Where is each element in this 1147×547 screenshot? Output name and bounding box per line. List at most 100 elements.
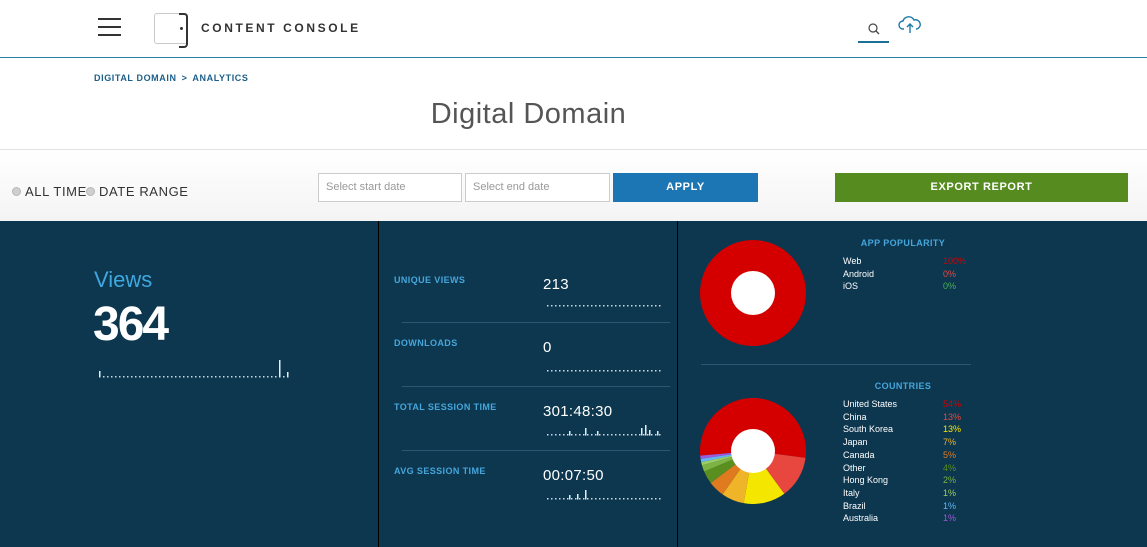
sparkline-dot (175, 376, 177, 378)
avg-session-time-label: AVG SESSION TIME (394, 466, 486, 476)
apply-button[interactable]: APPLY (613, 173, 758, 202)
cloud-upload-icon[interactable] (898, 15, 922, 35)
sparkline-dot (619, 370, 621, 372)
legend-name: Australia (843, 513, 879, 524)
sparkline-dot (651, 370, 653, 372)
sparkline-dot (563, 370, 565, 372)
legend-row: Japan 7% (843, 437, 973, 450)
sparkline-dot (547, 305, 549, 307)
sparkline-dot (591, 305, 593, 307)
sparkline-dot (599, 305, 601, 307)
sparkline-bar (597, 431, 599, 436)
all-time-radio[interactable]: ALL TIME (12, 184, 87, 199)
sparkline-dot (639, 370, 641, 372)
sparkline-dot (115, 376, 117, 378)
sparkline-dot (219, 376, 221, 378)
legend-name: Other (843, 462, 866, 473)
sparkline-dot (575, 434, 577, 436)
legend-row: China 13% (843, 412, 973, 425)
sparkline-dot (235, 376, 237, 378)
sparkline-dot (611, 498, 613, 500)
legend-name: China (843, 411, 867, 422)
search-icon[interactable] (858, 17, 889, 43)
total-session-time-value: 301:48:30 (543, 403, 613, 420)
sparkline-dot (571, 305, 573, 307)
sparkline-dot (635, 370, 637, 372)
countries-title: COUNTRIES (874, 381, 932, 391)
breadcrumb: DIGITAL DOMAIN > ANALYTICS (94, 73, 249, 83)
sparkline-dot (571, 434, 573, 436)
sparkline-dot (583, 434, 585, 436)
avg-session-time-sparkline (547, 490, 661, 500)
total-session-time-sparkline (547, 425, 661, 436)
breadcrumb-item-digital-domain[interactable]: DIGITAL DOMAIN (94, 73, 177, 83)
legend-name: Canada (843, 449, 875, 460)
sparkline-dot (559, 434, 561, 436)
sparkline-bar (641, 428, 643, 436)
legend-row: South Korea 13% (843, 424, 973, 437)
sparkline-dot (627, 370, 629, 372)
sparkline-dot (595, 434, 597, 436)
start-date-input[interactable]: Select start date (318, 173, 462, 202)
sparkline-bar (287, 372, 289, 378)
radio-circle-icon (12, 187, 21, 196)
export-report-button[interactable]: EXPORT REPORT (835, 173, 1128, 202)
sparkline-dot (611, 434, 613, 436)
sparkline-dot (651, 305, 653, 307)
sparkline-dot (631, 498, 633, 500)
views-sparkline (99, 360, 289, 378)
sparkline-dot (587, 370, 589, 372)
legend-percent: 13% (943, 411, 962, 422)
legend-percent: 4% (943, 462, 957, 473)
sparkline-dot (567, 498, 569, 500)
donut-hole (731, 271, 775, 315)
legend-row: Web 100% (843, 256, 973, 269)
avg-session-time-value: 00:07:50 (543, 467, 604, 484)
sparkline-dot (267, 376, 269, 378)
sparkline-bar (585, 428, 587, 436)
sparkline-dot (623, 434, 625, 436)
date-range-label: DATE RANGE (99, 184, 189, 199)
sparkline-dot (623, 305, 625, 307)
sparkline-dot (619, 305, 621, 307)
legend-name: South Korea (843, 424, 894, 435)
sparkline-dot (643, 434, 645, 436)
sparkline-dot (255, 376, 257, 378)
logo-icon (154, 13, 188, 48)
end-date-input[interactable]: Select end date (465, 173, 610, 202)
sparkline-dot (579, 498, 581, 500)
sparkline-dot (171, 376, 173, 378)
sparkline-dot (139, 376, 141, 378)
sparkline-dot (571, 370, 573, 372)
app-popularity-donut (700, 240, 806, 346)
app-popularity-title: APP POPULARITY (860, 238, 946, 248)
legend-percent: 5% (943, 449, 957, 460)
sparkline-dot (587, 434, 589, 436)
sparkline-dot (263, 376, 265, 378)
sparkline-dot (639, 434, 641, 436)
column-divider (677, 221, 678, 547)
sparkline-dot (599, 498, 601, 500)
sparkline-dot (559, 305, 561, 307)
sparkline-dot (251, 376, 253, 378)
sparkline-dot (211, 376, 213, 378)
sparkline-dot (563, 498, 565, 500)
menu-icon[interactable] (98, 18, 121, 37)
sparkline-dot (659, 370, 661, 372)
breadcrumb-item-analytics[interactable]: ANALYTICS (192, 73, 248, 83)
sparkline-bar (99, 371, 101, 378)
sparkline-dot (551, 305, 553, 307)
sparkline-dot (655, 370, 657, 372)
sparkline-bar (585, 490, 587, 500)
sparkline-dot (571, 498, 573, 500)
sparkline-dot (615, 498, 617, 500)
sparkline-bar (649, 430, 651, 436)
date-range-radio[interactable]: DATE RANGE (86, 184, 189, 199)
sparkline-dot (595, 305, 597, 307)
legend-percent: 2% (943, 475, 957, 486)
sparkline-dot (243, 376, 245, 378)
all-time-label: ALL TIME (25, 184, 87, 199)
sparkline-dot (627, 434, 629, 436)
sparkline-dot (183, 376, 185, 378)
sparkline-dot (547, 434, 549, 436)
